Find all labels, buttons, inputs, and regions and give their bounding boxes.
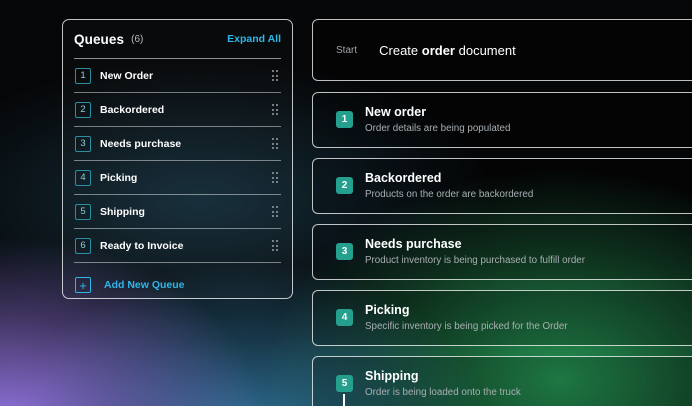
queue-list: 1 New Order 2 Backordered 3 Needs purcha… [74, 58, 281, 263]
queue-item[interactable]: 6 Ready to Invoice [74, 229, 281, 263]
drag-handle-icon[interactable] [272, 206, 278, 217]
drag-handle-icon[interactable] [272, 240, 278, 251]
queue-item[interactable]: 5 Shipping [74, 195, 281, 229]
step-title: New order [365, 105, 427, 119]
plus-icon: + [75, 277, 91, 293]
step-card[interactable]: 5 Shipping Order is being loaded onto th… [312, 356, 692, 406]
expand-all-link[interactable]: Expand All [227, 33, 281, 45]
step-number-badge: 3 [336, 243, 353, 260]
step-number-badge: 2 [336, 177, 353, 194]
drag-handle-icon[interactable] [272, 104, 278, 115]
queues-count: (6) [131, 33, 144, 45]
step-title: Backordered [365, 171, 442, 185]
step-title: Needs purchase [365, 237, 462, 251]
drag-handle-icon[interactable] [272, 138, 278, 149]
start-label: Start [336, 44, 358, 56]
add-new-queue-label: Add New Queue [104, 279, 185, 291]
queue-number: 6 [75, 237, 91, 254]
start-text: Create order document [379, 43, 516, 58]
step-card[interactable]: 1 New order Order details are being popu… [312, 92, 692, 148]
step-number-badge: 5 [336, 375, 353, 392]
queue-item[interactable]: 4 Picking [74, 161, 281, 195]
step-card[interactable]: 2 Backordered Products on the order are … [312, 158, 692, 214]
queue-number: 1 [75, 67, 91, 84]
drag-handle-icon[interactable] [272, 172, 278, 183]
step-number-badge: 1 [336, 111, 353, 128]
drag-handle-icon[interactable] [272, 70, 278, 81]
step-description: Products on the order are backordered [365, 189, 534, 200]
step-number-badge: 4 [336, 309, 353, 326]
queue-label: Ready to Invoice [100, 239, 184, 252]
start-text-post: document [455, 42, 516, 58]
queue-item[interactable]: 1 New Order [74, 59, 281, 93]
step-description: Product inventory is being purchased to … [365, 255, 586, 266]
queue-label: Backordered [100, 103, 165, 116]
start-text-pre: Create [379, 42, 422, 58]
queue-number: 5 [75, 203, 91, 220]
step-description: Specific inventory is being picked for t… [365, 321, 568, 332]
step-card[interactable]: 3 Needs purchase Product inventory is be… [312, 224, 692, 280]
queue-number: 4 [75, 169, 91, 186]
queue-label: Picking [100, 171, 138, 184]
step-description: Order details are being populated [365, 123, 511, 134]
step-title: Shipping [365, 369, 419, 383]
step-title: Picking [365, 303, 410, 317]
start-text-bold: order [421, 42, 455, 58]
start-card[interactable]: Start Create order document [312, 19, 692, 81]
queues-header: Queues (6) Expand All [74, 20, 281, 58]
step-description: Order is being loaded onto the truck [365, 387, 521, 398]
step-card[interactable]: 4 Picking Specific inventory is being pi… [312, 290, 692, 346]
queue-label: Shipping [100, 205, 145, 218]
queue-number: 3 [75, 135, 91, 152]
queue-number: 2 [75, 101, 91, 118]
queue-item[interactable]: 3 Needs purchase [74, 127, 281, 161]
queue-label: New Order [100, 69, 154, 82]
queues-panel: Queues (6) Expand All 1 New Order 2 Back… [62, 19, 293, 299]
queue-label: Needs purchase [100, 137, 182, 150]
queues-title: Queues [74, 31, 125, 47]
add-new-queue-button[interactable]: + Add New Queue [74, 265, 281, 305]
step-connector-line [343, 394, 345, 406]
queue-item[interactable]: 2 Backordered [74, 93, 281, 127]
